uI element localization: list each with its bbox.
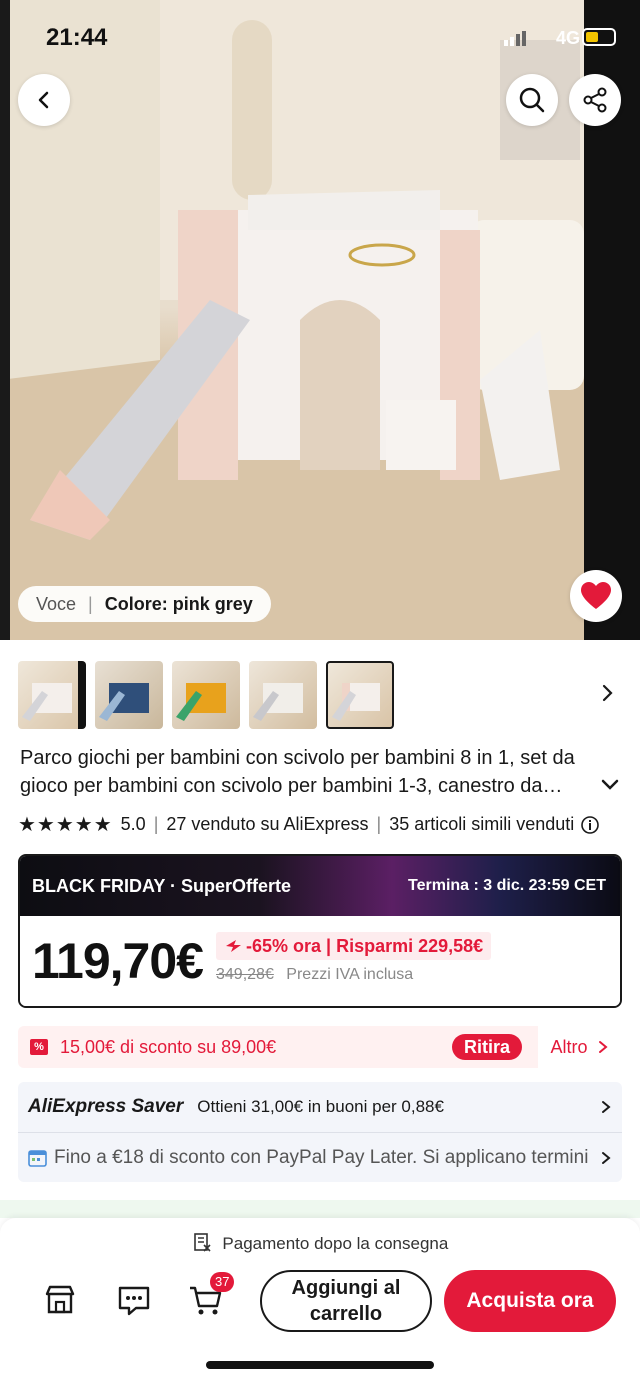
- chevron-right-icon: [602, 1101, 611, 1113]
- signal-icon: [504, 31, 526, 46]
- heart-icon: [581, 582, 611, 609]
- offers-panel: AliExpress Saver Ottieni 31,00€ in buoni…: [18, 1082, 622, 1182]
- separator: |: [153, 814, 159, 834]
- chat-icon[interactable]: [116, 1282, 152, 1318]
- chevron-right-icon: [598, 1041, 608, 1053]
- search-icon: [519, 87, 545, 113]
- separator: |: [376, 814, 382, 834]
- cart-count-badge: 37: [210, 1272, 235, 1292]
- status-bar: 21:44 4G: [0, 24, 640, 54]
- saver-text: Ottieni 31,00€ in buoni per 0,88€: [197, 1097, 444, 1116]
- vat-note: Prezzi IVA inclusa: [286, 966, 414, 983]
- payment-note: Pagamento dopo la consegna: [0, 1232, 640, 1254]
- payment-note-text: Pagamento dopo la consegna: [222, 1234, 449, 1253]
- chevron-right-icon: [602, 1152, 611, 1164]
- current-price: 119,70€: [32, 933, 204, 989]
- section-divider: [0, 1200, 640, 1218]
- thumbnail[interactable]: [95, 661, 163, 729]
- thumbnail-image: [99, 683, 149, 721]
- variant-pill[interactable]: Voce | Colore: pink grey: [18, 586, 271, 622]
- claim-coupon-button[interactable]: Ritira: [451, 1034, 522, 1060]
- bottom-action-bar: Pagamento dopo la consegna 37 Aggiungi a…: [0, 1218, 640, 1384]
- share-button[interactable]: [569, 74, 621, 126]
- saver-row[interactable]: AliExpress Saver Ottieni 31,00€ in buoni…: [18, 1082, 622, 1132]
- discount-arrow-icon: [226, 940, 241, 952]
- discount-badge: -65% ora | Risparmi 229,58€: [216, 932, 492, 960]
- thumbnail[interactable]: [249, 661, 317, 729]
- black-friday-deal: BLACK FRIDAY · SuperOfferte Termina : 3 …: [18, 854, 622, 1008]
- store-icon[interactable]: [42, 1282, 78, 1318]
- variant-prefix: Voce: [36, 593, 77, 614]
- search-button[interactable]: [506, 74, 558, 126]
- rating-row[interactable]: ★★★★★ 5.0 | 27 venduto su AliExpress | 3…: [18, 812, 628, 837]
- deal-banner: BLACK FRIDAY · SuperOfferte Termina : 3 …: [20, 856, 620, 916]
- thumbnail-image: [332, 683, 380, 721]
- thumbnail-selected[interactable]: [326, 661, 394, 729]
- receipt-icon: [193, 1233, 211, 1252]
- coupon-text: 15,00€ di sconto su 89,00€: [60, 1036, 277, 1057]
- deal-label: BLACK FRIDAY · SuperOfferte: [32, 875, 292, 896]
- more-label: Altro: [550, 1036, 588, 1057]
- similar-sold: 35 articoli simili venduti: [389, 814, 575, 834]
- chevron-left-icon: [38, 91, 49, 109]
- status-time: 21:44: [46, 24, 108, 51]
- thumbnail-image: [22, 661, 86, 729]
- product-image-gallery[interactable]: 21:44 4G Voce | Colore: pink grey: [0, 0, 640, 640]
- image-edge: [0, 0, 10, 640]
- coupon-row[interactable]: % 15,00€ di sconto su 89,00€ Ritira Altr…: [18, 1026, 622, 1068]
- wishlist-button[interactable]: [570, 570, 622, 622]
- more-coupons-button[interactable]: Altro: [538, 1026, 622, 1068]
- calendar-icon: [28, 1149, 47, 1167]
- thumbnail-image: [176, 683, 226, 721]
- star-rating-icon: ★★★★★: [18, 814, 113, 836]
- back-button[interactable]: [18, 74, 70, 126]
- price-block: 119,70€ -65% ora | Risparmi 229,58€ 349,…: [20, 916, 620, 1006]
- thumbnail[interactable]: [18, 661, 86, 729]
- thumbnail-strip: [18, 660, 622, 730]
- coupon-icon: %: [30, 1039, 48, 1055]
- sold-count: 27 venduto su AliExpress: [166, 814, 369, 834]
- rating-value: 5.0: [120, 814, 146, 834]
- battery-icon: [582, 28, 616, 46]
- buy-now-button[interactable]: Acquista ora: [444, 1270, 616, 1332]
- discount-text: -65% ora | Risparmi 229,58€: [246, 935, 484, 956]
- saver-logo: AliExpress Saver: [28, 1096, 184, 1117]
- paypal-row[interactable]: Fino a €18 di sconto con PayPal Pay Late…: [18, 1132, 622, 1182]
- separator: |: [88, 593, 93, 614]
- product-title[interactable]: Parco giochi per bambini con scivolo per…: [20, 744, 600, 800]
- network-type: 4G: [555, 28, 580, 48]
- info-icon[interactable]: [580, 815, 600, 835]
- thumbnail-image: [253, 683, 303, 721]
- original-price: 349,28€: [216, 966, 274, 983]
- original-price-row: 349,28€ Prezzi IVA inclusa: [216, 966, 413, 984]
- variant-value: Colore: pink grey: [104, 593, 253, 614]
- thumbnail[interactable]: [172, 661, 240, 729]
- home-indicator: [206, 1361, 434, 1369]
- deal-ends: Termina : 3 dic. 23:59 CET: [408, 877, 606, 894]
- paypal-text: Fino a €18 di sconto con PayPal Pay Late…: [54, 1146, 589, 1168]
- add-to-cart-button[interactable]: Aggiungi al carrello: [260, 1270, 432, 1332]
- chevron-right-icon[interactable]: [600, 682, 616, 704]
- chevron-down-icon[interactable]: [600, 778, 620, 792]
- share-icon: [583, 87, 607, 113]
